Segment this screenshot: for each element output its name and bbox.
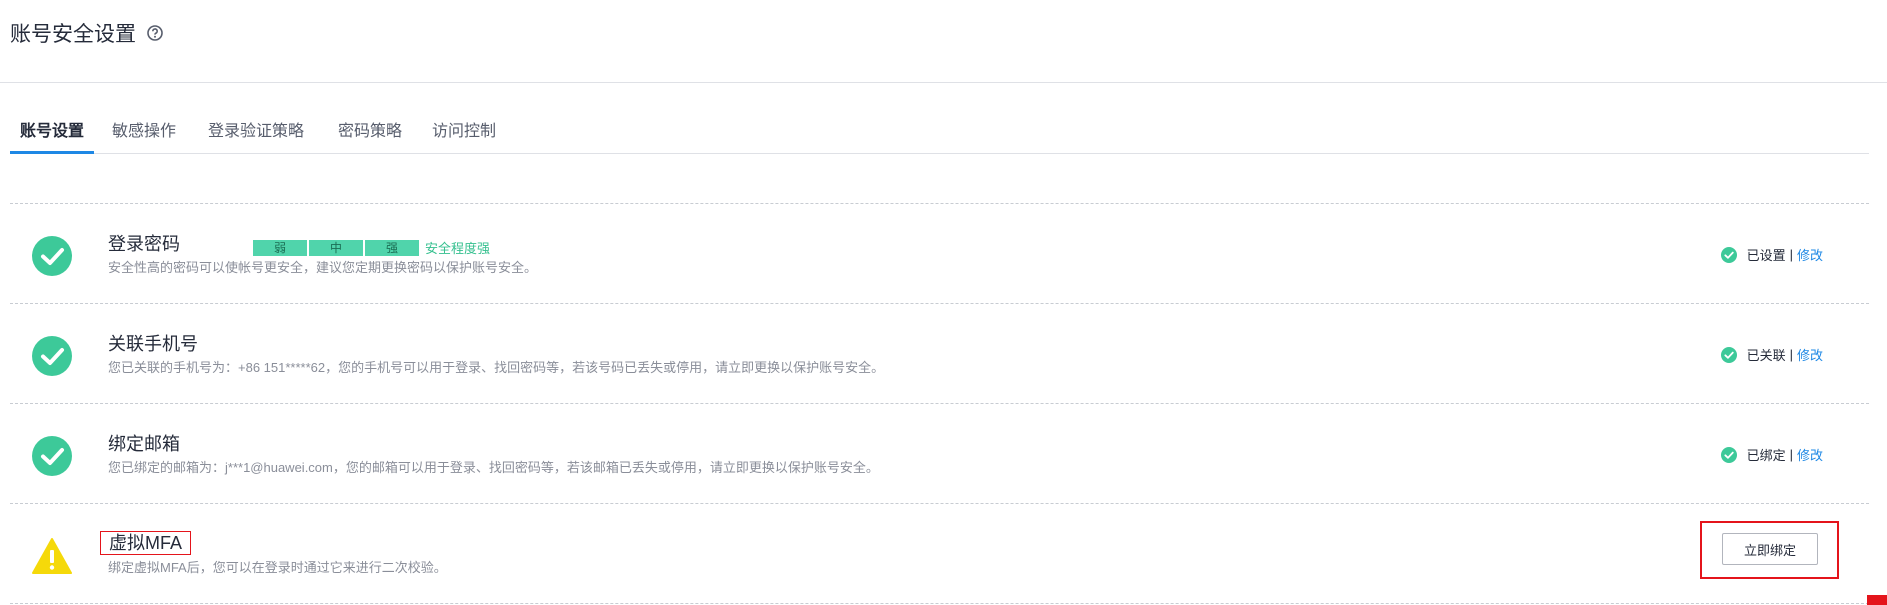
bind-mfa-button[interactable]: 立即绑定 (1722, 533, 1818, 565)
row-divider (10, 603, 1869, 604)
check-small-icon (1720, 446, 1737, 463)
email-title: 绑定邮箱 (108, 434, 180, 454)
mfa-row: 虚拟MFA 绑定虚拟MFA后，您可以在登录时通过它来进行二次校验。 立即绑定 (10, 503, 1869, 603)
strength-strong: 强 (365, 239, 419, 256)
mfa-description: 绑定虚拟MFA后，您可以在登录时通过它来进行二次校验。 (108, 560, 447, 575)
tab-login-verification-policy[interactable]: 登录验证策略 (198, 115, 314, 151)
strength-weak: 弱 (253, 239, 307, 256)
email-status: 已绑定 | 修改 (1720, 445, 1823, 464)
separator: | (1789, 447, 1793, 462)
check-circle-icon (32, 436, 72, 476)
header-divider (0, 82, 1887, 83)
page-title: 账号安全设置 (10, 18, 164, 48)
help-icon[interactable] (146, 24, 164, 42)
password-strength-meter: 弱 中 强 安全程度强 (253, 238, 490, 257)
check-circle-icon (32, 236, 72, 276)
password-row: 登录密码 弱 中 强 安全程度强 安全性高的密码可以使帐号更安全，建议您定期更换… (10, 203, 1869, 303)
email-row: 绑定邮箱 您已绑定的邮箱为：j***1@huawei.com，您的邮箱可以用于登… (10, 403, 1869, 503)
phone-row: 关联手机号 您已关联的手机号为：+86 151*****62，您的手机号可以用于… (10, 303, 1869, 403)
tab-bar: 账号设置 敏感操作 登录验证策略 密码策略 访问控制 (10, 115, 1869, 154)
strength-label: 安全程度强 (425, 241, 491, 256)
password-status-text: 已设置 (1746, 248, 1786, 263)
corner-indicator (1867, 595, 1887, 605)
password-status: 已设置 | 修改 (1720, 245, 1823, 264)
email-description: 您已绑定的邮箱为：j***1@huawei.com，您的邮箱可以用于登录、找回密… (108, 460, 879, 475)
tab-account-settings[interactable]: 账号设置 (10, 115, 95, 154)
phone-title: 关联手机号 (108, 334, 198, 354)
password-description: 安全性高的密码可以使帐号更安全，建议您定期更换密码以保护账号安全。 (108, 260, 538, 275)
phone-description: 您已关联的手机号为：+86 151*****62，您的手机号可以用于登录、找回密… (108, 360, 885, 375)
tab-password-policy[interactable]: 密码策略 (328, 115, 412, 151)
tab-access-control[interactable]: 访问控制 (422, 115, 506, 151)
mfa-title: 虚拟MFA (100, 531, 192, 555)
modify-password-link[interactable]: 修改 (1797, 245, 1823, 264)
check-circle-icon (32, 336, 72, 376)
page-title-text: 账号安全设置 (10, 23, 136, 46)
modify-email-link[interactable]: 修改 (1797, 445, 1823, 464)
bind-button-highlight: 立即绑定 (1700, 521, 1839, 579)
check-small-icon (1720, 246, 1737, 263)
phone-status-text: 已关联 (1746, 348, 1786, 363)
check-small-icon (1720, 346, 1737, 363)
separator: | (1789, 347, 1793, 362)
separator: | (1789, 247, 1793, 262)
warning-icon (32, 538, 72, 574)
modify-phone-link[interactable]: 修改 (1797, 345, 1823, 364)
password-title: 登录密码 (108, 234, 180, 254)
tab-sensitive-operations[interactable]: 敏感操作 (102, 115, 186, 151)
email-status-text: 已绑定 (1746, 448, 1786, 463)
strength-medium: 中 (309, 239, 363, 256)
phone-status: 已关联 | 修改 (1720, 345, 1823, 364)
